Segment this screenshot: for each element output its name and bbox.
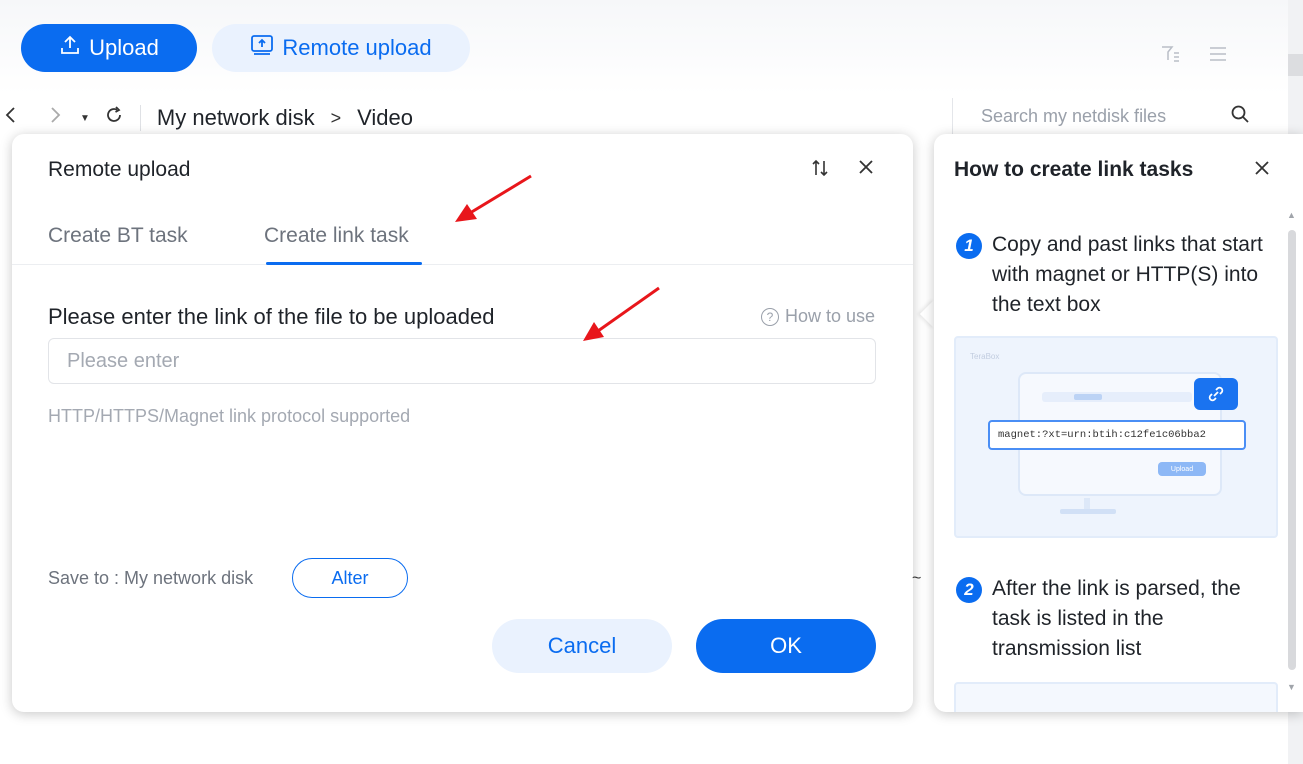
sort-toggle-icon[interactable] xyxy=(811,158,829,184)
search-icon[interactable] xyxy=(1230,104,1250,129)
search-box[interactable]: Search my netdisk files xyxy=(952,98,1262,134)
step-text: Copy and past links that start with magn… xyxy=(992,233,1263,316)
protocol-hint: HTTP/HTTPS/Magnet link protocol supporte… xyxy=(48,406,411,426)
history-dropdown-icon[interactable]: ▼ xyxy=(80,113,90,124)
save-to-label: Save to : My network disk xyxy=(48,568,254,588)
nav-divider xyxy=(139,105,141,131)
alter-button[interactable]: Alter xyxy=(292,558,408,598)
navigation-bar: ▼ My network disk > Video Search my netd… xyxy=(0,98,1288,138)
magnet-text-box: magnet:?xt=urn:btih:c12fe1c06bba2 xyxy=(988,420,1246,450)
help-step-2: 2 After the link is parsed, the task is … xyxy=(956,574,1272,664)
scroll-down-icon[interactable]: ▼ xyxy=(1287,682,1296,692)
link-field-label: Please enter the link of the file to be … xyxy=(48,304,495,329)
breadcrumb-root[interactable]: My network disk xyxy=(157,105,315,131)
dialog-title: Remote upload xyxy=(48,158,191,181)
help-close-icon[interactable] xyxy=(1254,156,1270,182)
close-icon[interactable] xyxy=(857,158,875,184)
remote-upload-dialog: Remote upload Create BT task Create link… xyxy=(12,134,913,712)
back-icon[interactable] xyxy=(4,105,18,131)
illustration-upload-button: Upload xyxy=(1158,462,1206,476)
refresh-icon[interactable] xyxy=(104,105,124,131)
remote-upload-label: Remote upload xyxy=(282,35,432,60)
scroll-thumb[interactable] xyxy=(1288,230,1296,670)
breadcrumb-current: Video xyxy=(357,105,414,130)
step-number: 2 xyxy=(956,577,982,603)
remote-upload-button[interactable]: Remote upload xyxy=(212,24,470,72)
search-placeholder: Search my netdisk files xyxy=(981,105,1167,126)
step-number: 1 xyxy=(956,233,982,259)
upload-icon xyxy=(59,34,81,62)
top-toolbar: Upload Remote upload xyxy=(0,0,1288,94)
illustration-brand: TeraBox xyxy=(970,352,1000,361)
list-view-icon[interactable] xyxy=(1208,44,1228,70)
magnet-link-illustration: TeraBox Upload magnet:?xt=urn:btih:c12fe… xyxy=(954,336,1278,538)
active-tab-indicator xyxy=(266,262,422,265)
help-icon: ? xyxy=(760,307,779,326)
help-panel-title: How to create link tasks xyxy=(954,158,1194,181)
link-icon xyxy=(1194,378,1238,410)
upload-label: Upload xyxy=(89,35,159,60)
forward-icon[interactable] xyxy=(48,105,62,131)
task-tabs: Create BT task Create link task xyxy=(12,218,913,265)
remote-upload-icon xyxy=(250,34,274,62)
transmission-list-illustration xyxy=(954,682,1278,712)
collapse-tilde: ~ xyxy=(912,570,922,587)
upload-button[interactable]: Upload xyxy=(21,24,197,72)
view-controls xyxy=(1160,44,1228,70)
dialog-controls xyxy=(811,158,875,184)
how-to-use-label: How to use xyxy=(784,306,875,326)
help-step-1: 1 Copy and past links that start with ma… xyxy=(956,230,1272,320)
link-input[interactable] xyxy=(48,338,876,384)
ok-button[interactable]: OK xyxy=(696,619,876,673)
tab-create-bt-task[interactable]: Create BT task xyxy=(48,224,188,248)
tab-create-link-task[interactable]: Create link task xyxy=(264,224,409,248)
cancel-button[interactable]: Cancel xyxy=(492,619,672,673)
how-to-use-link[interactable]: ? How to use xyxy=(760,306,875,327)
help-panel-scrollbar[interactable]: ▲ ▼ xyxy=(1285,210,1299,700)
help-panel: How to create link tasks 1 Copy and past… xyxy=(934,134,1303,712)
scroll-up-icon[interactable]: ▲ xyxy=(1287,210,1296,220)
step-text: After the link is parsed, the task is li… xyxy=(992,577,1241,660)
breadcrumb-separator: > xyxy=(330,107,342,128)
sort-filter-icon[interactable] xyxy=(1160,44,1180,70)
